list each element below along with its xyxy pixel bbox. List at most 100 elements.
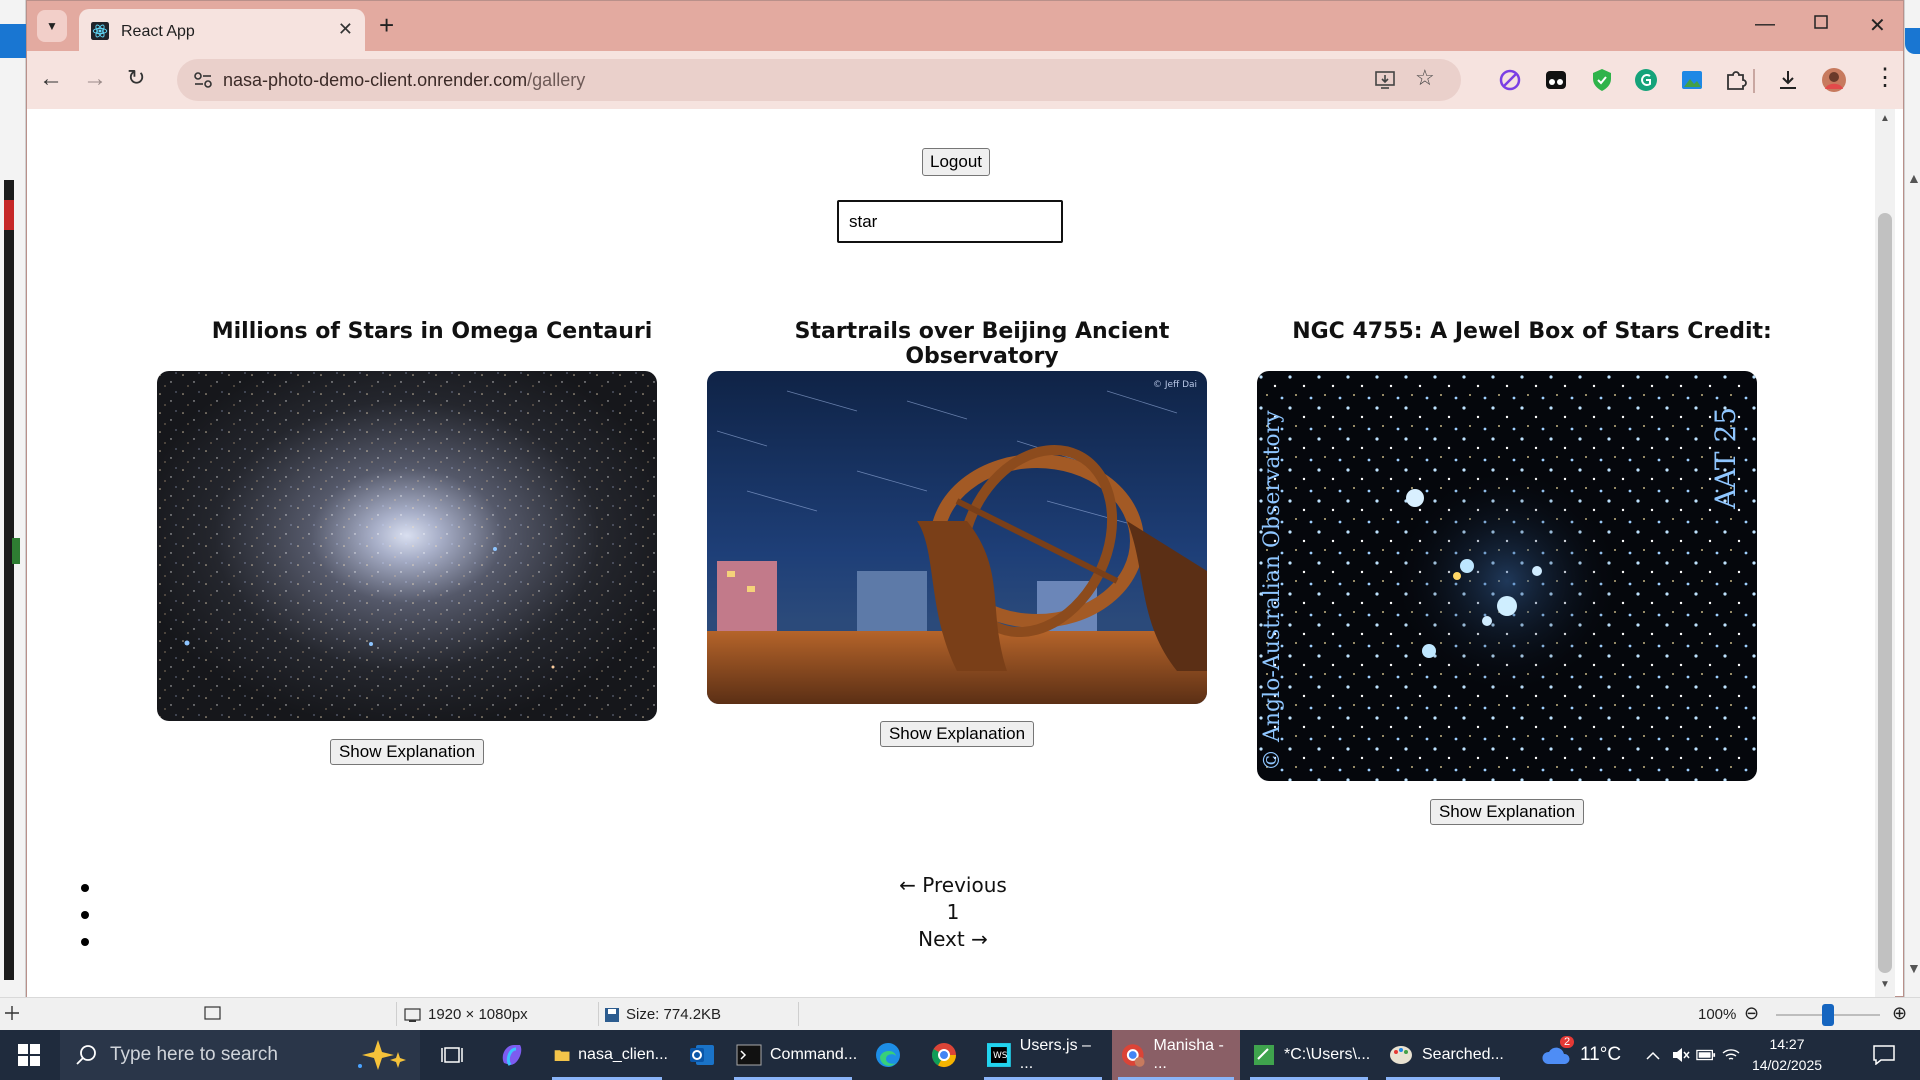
image-credit-text: © Jeff Dai: [1153, 380, 1197, 390]
tab-search-button[interactable]: ▼: [37, 10, 67, 42]
image-size-icon: [404, 1007, 421, 1022]
profile-avatar[interactable]: [1821, 67, 1847, 93]
more-options-icon[interactable]: ⋮: [1873, 63, 1897, 92]
taskbar-item-explorer[interactable]: nasa_clien...: [546, 1030, 668, 1080]
bookmark-star-icon[interactable]: ☆: [1415, 65, 1435, 91]
image-vertical-text: © Anglo-Australian Observatory: [1260, 410, 1285, 771]
close-icon[interactable]: ✕: [338, 19, 353, 40]
paint-palette-icon: [1390, 1046, 1412, 1064]
minimize-button[interactable]: —: [1755, 13, 1775, 36]
back-arrow-icon[interactable]: ←: [39, 65, 63, 93]
windows-logo-icon: [18, 1044, 40, 1066]
react-logo-icon: [91, 22, 109, 40]
puzzle-extensions-icon[interactable]: [1723, 67, 1749, 93]
chrome-icon[interactable]: [922, 1030, 966, 1080]
image-corner-text: AAT 25: [1709, 407, 1742, 510]
logout-button[interactable]: Logout: [922, 148, 990, 176]
speaker-muted-icon[interactable]: [1672, 1030, 1692, 1080]
page-scrollbar[interactable]: ▲ ▼: [1875, 109, 1895, 997]
weather-badge: 2: [1560, 1036, 1575, 1048]
card-image-omega-centauri: [157, 371, 657, 721]
wifi-icon[interactable]: [1722, 1030, 1742, 1080]
system-clock[interactable]: 14:27 14/02/2025: [1742, 1034, 1832, 1076]
window-close-button[interactable]: ✕: [1869, 13, 1886, 38]
edge-icon[interactable]: [866, 1030, 910, 1080]
download-icon[interactable]: [1775, 67, 1801, 93]
taskbar-item-command-prompt[interactable]: Command...: [728, 1030, 858, 1080]
selection-icon: [204, 1005, 222, 1021]
disk-icon: [605, 1007, 619, 1022]
show-explanation-button[interactable]: Show Explanation: [880, 721, 1034, 747]
tab-react-app[interactable]: React App ✕: [79, 9, 365, 51]
list-item: ← Previous: [81, 873, 1881, 900]
weather-widget[interactable]: 2 11°C: [1540, 1030, 1636, 1080]
card-title: NGC 4755: A Jewel Box of Stars Credit:: [1292, 319, 1772, 344]
card-image-jewel-box: © Anglo-Australian Observatory AAT 25: [1257, 371, 1757, 781]
page-number[interactable]: 1: [27, 900, 1879, 924]
scrollbar-thumb[interactable]: [1878, 213, 1892, 973]
card-title: Millions of Stars in Omega Centauri: [211, 319, 653, 344]
forward-arrow-icon[interactable]: →: [83, 65, 107, 93]
zoom-in-icon[interactable]: ⊕: [1892, 1003, 1907, 1024]
chevron-up-icon[interactable]: [1646, 1030, 1666, 1080]
background-window-right: ▲ ▼: [1904, 0, 1920, 1030]
blocker-extension-icon[interactable]: [1497, 67, 1523, 93]
zoom-out-icon[interactable]: ⊖: [1744, 1003, 1759, 1024]
new-tab-button[interactable]: +: [379, 11, 394, 39]
background-window-left: [0, 0, 26, 1030]
list-item: Next →: [81, 927, 1881, 954]
image-dimensions: 1920 × 1080px: [404, 1006, 528, 1023]
svg-text:WS: WS: [993, 1051, 1008, 1061]
tab-title: React App: [121, 23, 195, 40]
site-settings-icon[interactable]: [191, 68, 215, 92]
scroll-up-icon[interactable]: ▲: [1880, 113, 1890, 124]
taskbar-item-paint[interactable]: Searched...: [1380, 1030, 1506, 1080]
start-button[interactable]: [0, 1030, 58, 1080]
zoom-level: 100%: [1698, 1006, 1737, 1023]
card-image-startrails-beijing: © Jeff Dai: [707, 371, 1207, 704]
browser-toolbar: ← → ↻ nasa-photo-demo-client.onrender.co…: [27, 51, 1903, 109]
maximize-button[interactable]: [1813, 13, 1829, 36]
grammarly-icon[interactable]: [1633, 67, 1659, 93]
task-view-icon[interactable]: [434, 1030, 470, 1080]
chevron-down-icon: ▼: [46, 19, 58, 33]
url-text: nasa-photo-demo-client.onrender.com/gall…: [223, 70, 586, 90]
webstorm-icon: WS: [986, 1043, 1011, 1067]
notepad-icon: [1254, 1045, 1274, 1065]
scroll-down-icon[interactable]: ▼: [1880, 979, 1890, 990]
chrome-profile-icon: [1121, 1044, 1145, 1067]
taskbar-search[interactable]: Type here to search: [60, 1030, 420, 1080]
list-item: 1: [81, 900, 1881, 927]
taskbar-item-notepad[interactable]: *C:\Users\...: [1244, 1030, 1374, 1080]
crosshair-icon: [4, 1005, 20, 1021]
address-bar[interactable]: nasa-photo-demo-client.onrender.com/gall…: [177, 59, 1461, 101]
show-explanation-button[interactable]: Show Explanation: [1430, 799, 1584, 825]
notification-icon[interactable]: [1864, 1030, 1904, 1080]
battery-icon[interactable]: [1696, 1030, 1716, 1080]
taskbar: Type here to search nasa_clien... Comman…: [0, 1030, 1920, 1080]
photo-extension-icon[interactable]: [1679, 67, 1705, 93]
previous-page-link[interactable]: ← Previous: [27, 873, 1879, 897]
zoom-slider-thumb[interactable]: [1822, 1004, 1834, 1026]
taskbar-item-chrome-window[interactable]: Manisha - ...: [1112, 1030, 1240, 1080]
card-title: Startrails over Beijing Ancient Observat…: [794, 319, 1170, 369]
install-app-icon[interactable]: [1373, 68, 1397, 92]
terminal-icon: [736, 1044, 762, 1066]
copilot-app-icon[interactable]: [490, 1030, 534, 1080]
extension-dark-icon[interactable]: [1543, 67, 1569, 93]
next-page-link[interactable]: Next →: [27, 927, 1879, 951]
show-explanation-button[interactable]: Show Explanation: [330, 739, 484, 765]
outlook-icon[interactable]: [680, 1030, 724, 1080]
folder-icon: [554, 1050, 570, 1062]
file-size: Size: 774.2KB: [604, 1006, 721, 1023]
search-input[interactable]: [837, 200, 1063, 243]
page-viewport: Logout Millions of Stars in Omega Centau…: [27, 109, 1895, 997]
taskbar-item-webstorm[interactable]: WS Users.js – ...: [978, 1030, 1108, 1080]
reload-icon[interactable]: ↻: [127, 65, 145, 91]
search-icon: [76, 1045, 96, 1065]
tab-bar: ▼ React App ✕ + — ✕: [27, 1, 1903, 51]
shield-check-icon[interactable]: [1589, 67, 1615, 93]
status-bar: 1920 × 1080px Size: 774.2KB 100% ⊖ ⊕: [0, 997, 1920, 1030]
pagination: ← Previous 1 Next →: [81, 873, 1881, 954]
copilot-sparkle-icon: [358, 1040, 406, 1070]
